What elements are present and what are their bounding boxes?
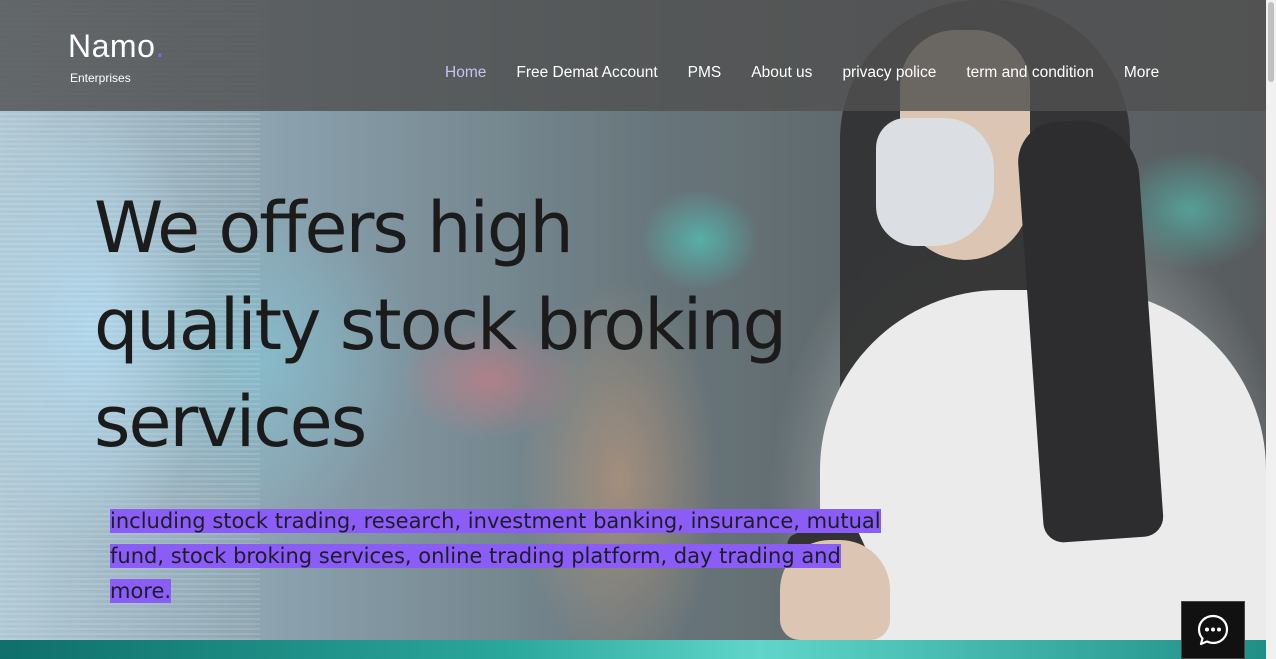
hero-headline-line-1: We offers high [94, 187, 574, 269]
hero-headline: We offers high quality stock broking ser… [94, 180, 894, 471]
nav-item-free-demat-account[interactable]: Free Demat Account [501, 62, 672, 84]
hero-subtext: including stock trading, research, inves… [110, 504, 900, 609]
logo-subtitle: Enterprises [70, 71, 131, 85]
site-header: Namo. Enterprises Home Free Demat Accoun… [0, 0, 1266, 111]
page: Namo. Enterprises Home Free Demat Accoun… [0, 0, 1276, 659]
next-section-band [0, 640, 1266, 659]
nav-item-privacy-police[interactable]: privacy police [827, 62, 951, 84]
hero-headline-line-3: services [94, 381, 367, 463]
nav-item-term-and-condition[interactable]: term and condition [951, 62, 1109, 84]
hero-subtext-highlight: including stock trading, research, inves… [110, 509, 881, 603]
logo[interactable]: Namo. [68, 28, 165, 65]
logo-name: Namo [68, 28, 156, 64]
chat-bubble-icon [1197, 614, 1229, 646]
scrollbar-thumb[interactable] [1268, 2, 1274, 82]
main-nav: Home Free Demat Account PMS About us pri… [430, 62, 1174, 84]
nav-item-home[interactable]: Home [430, 62, 501, 84]
chat-button[interactable] [1181, 601, 1245, 659]
nav-item-more[interactable]: More [1109, 62, 1174, 84]
nav-item-pms[interactable]: PMS [673, 62, 737, 84]
nav-item-about-us[interactable]: About us [736, 62, 827, 84]
logo-dot: . [155, 28, 165, 64]
hero-headline-line-2: quality stock broking [94, 284, 787, 366]
scrollbar[interactable] [1266, 0, 1276, 659]
